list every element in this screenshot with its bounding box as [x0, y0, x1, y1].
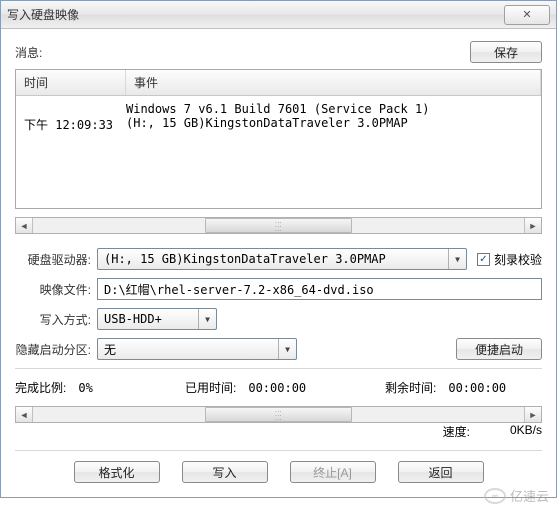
- chevron-down-icon: ▼: [278, 339, 296, 359]
- format-button[interactable]: 格式化: [74, 461, 160, 483]
- scrollbar-horizontal[interactable]: ◄ ►: [15, 217, 542, 234]
- verify-label: 刻录校验: [494, 251, 542, 268]
- hide-value: 无: [104, 341, 116, 358]
- log-row[interactable]: 下午 12:09:33 (H:, 15 GB)KingstonDataTrave…: [24, 116, 533, 133]
- scroll-track[interactable]: [33, 218, 524, 233]
- speed-value: 0KB/s: [510, 423, 542, 440]
- divider: [15, 450, 542, 451]
- elapsed-label: 已用时间:: [185, 379, 236, 396]
- hide-label: 隐藏启动分区:: [15, 341, 97, 358]
- write-mode-combo[interactable]: USB-HDD+ ▼: [97, 308, 217, 330]
- scroll-left-icon[interactable]: ◄: [16, 218, 33, 233]
- bottom-button-row: 格式化 写入 终止[A] 返回: [15, 461, 542, 483]
- content-area: 消息: 保存 时间 事件 Windows 7 v6.1 Build 7601 (…: [1, 29, 556, 497]
- log-row[interactable]: Windows 7 v6.1 Build 7601 (Service Pack …: [24, 102, 533, 116]
- drive-combo[interactable]: (H:, 15 GB)KingstonDataTraveler 3.0PMAP …: [97, 248, 467, 270]
- row-image: 映像文件: D:\红帽\rhel-server-7.2-x86_64-dvd.i…: [15, 278, 542, 300]
- abort-button[interactable]: 终止[A]: [290, 461, 376, 483]
- quick-boot-button[interactable]: 便捷启动: [456, 338, 542, 360]
- form-area: 硬盘驱动器: (H:, 15 GB)KingstonDataTraveler 3…: [15, 248, 542, 360]
- scroll-left-icon[interactable]: ◄: [16, 407, 33, 422]
- elapsed-value: 00:00:00: [248, 381, 306, 395]
- checkbox-box: ✓: [477, 253, 490, 266]
- close-icon: ✕: [522, 8, 531, 21]
- window-title: 写入硬盘映像: [7, 6, 504, 23]
- remain-value: 00:00:00: [448, 381, 506, 395]
- log-time: 下午 12:09:33: [24, 116, 126, 133]
- cloud-icon: ∞: [484, 488, 506, 504]
- back-button[interactable]: 返回: [398, 461, 484, 483]
- dialog-window: 写入硬盘映像 ✕ 消息: 保存 时间 事件 Windows 7 v6.1 Bui…: [0, 0, 557, 498]
- col-header-time[interactable]: 时间: [16, 70, 126, 95]
- titlebar[interactable]: 写入硬盘映像 ✕: [1, 1, 556, 29]
- speed-row: 速度: 0KB/s: [15, 423, 542, 440]
- scroll-track[interactable]: [33, 407, 524, 422]
- image-value: D:\红帽\rhel-server-7.2-x86_64-dvd.iso: [104, 281, 374, 298]
- remain-label: 剩余时间:: [385, 379, 436, 396]
- scroll-right-icon[interactable]: ►: [524, 407, 541, 422]
- drive-label: 硬盘驱动器:: [15, 251, 97, 268]
- row-write-mode: 写入方式: USB-HDD+ ▼: [15, 308, 542, 330]
- chevron-down-icon: ▼: [448, 249, 466, 269]
- write-mode-label: 写入方式:: [15, 311, 97, 328]
- scroll-thumb[interactable]: [205, 407, 352, 422]
- log-event: (H:, 15 GB)KingstonDataTraveler 3.0PMAP: [126, 116, 533, 133]
- hide-combo[interactable]: 无 ▼: [97, 338, 297, 360]
- image-field[interactable]: D:\红帽\rhel-server-7.2-x86_64-dvd.iso: [97, 278, 542, 300]
- chevron-down-icon: ▼: [198, 309, 216, 329]
- log-header: 时间 事件: [16, 70, 541, 96]
- row-hide-partition: 隐藏启动分区: 无 ▼ 便捷启动: [15, 338, 542, 360]
- close-button[interactable]: ✕: [504, 5, 550, 25]
- log-table: 时间 事件 Windows 7 v6.1 Build 7601 (Service…: [15, 69, 542, 209]
- log-body: Windows 7 v6.1 Build 7601 (Service Pack …: [16, 96, 541, 139]
- pct-label: 完成比例:: [15, 379, 66, 396]
- log-time: [24, 102, 126, 116]
- scroll-right-icon[interactable]: ►: [524, 218, 541, 233]
- drive-value: (H:, 15 GB)KingstonDataTraveler 3.0PMAP: [104, 252, 386, 266]
- message-header-row: 消息: 保存: [15, 41, 542, 63]
- pct-value: 0%: [78, 381, 92, 395]
- divider: [15, 368, 542, 369]
- watermark-text: 亿速云: [510, 486, 549, 505]
- verify-checkbox[interactable]: ✓ 刻录校验: [477, 251, 542, 268]
- speed-label: 速度:: [443, 423, 470, 440]
- col-header-event[interactable]: 事件: [126, 70, 541, 95]
- progress-scrollbar[interactable]: ◄ ►: [15, 406, 542, 423]
- log-event: Windows 7 v6.1 Build 7601 (Service Pack …: [126, 102, 533, 116]
- message-label: 消息:: [15, 44, 470, 61]
- write-mode-value: USB-HDD+: [104, 312, 162, 326]
- write-button[interactable]: 写入: [182, 461, 268, 483]
- scroll-thumb[interactable]: [205, 218, 352, 233]
- row-drive: 硬盘驱动器: (H:, 15 GB)KingstonDataTraveler 3…: [15, 248, 542, 270]
- status-row: 完成比例: 0% 已用时间: 00:00:00 剩余时间: 00:00:00: [15, 379, 542, 396]
- save-button[interactable]: 保存: [470, 41, 542, 63]
- image-label: 映像文件:: [15, 281, 97, 298]
- watermark: ∞ 亿速云: [484, 486, 549, 505]
